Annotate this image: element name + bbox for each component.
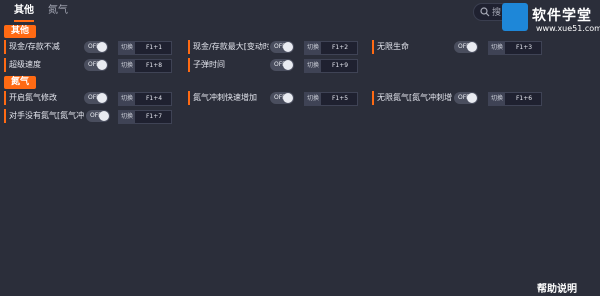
cheat-row: 氮气冲刺快速增加 OFF 切换 F1+5: [188, 91, 367, 106]
active-tab-indicator: [14, 20, 34, 22]
help-link[interactable]: 帮助说明: [537, 280, 577, 295]
hotkey-prefix: 切换: [489, 93, 505, 105]
hotkey-prefix: 切换: [489, 42, 505, 54]
cheat-label: 现金/存款不减: [9, 42, 60, 51]
toggle-knob: [283, 60, 293, 70]
hotkey-prefix: 切换: [305, 93, 321, 105]
cheat-toggle[interactable]: OFF: [454, 92, 478, 104]
cheat-row: 开启氮气修改 OFF 切换 F1+4: [4, 91, 183, 106]
hotkey-box[interactable]: 切换 F1+6: [488, 92, 542, 106]
logo-brand-text: 软件学堂: [532, 8, 592, 24]
cheat-toggle[interactable]: OFF: [84, 59, 108, 71]
toggle-knob: [467, 93, 477, 103]
hotkey-box[interactable]: 切换 F1+8: [118, 59, 172, 73]
cheat-row: 超级速度 OFF 切换 F1+8: [4, 58, 183, 73]
tab-other[interactable]: 其他: [14, 4, 34, 18]
toggle-knob: [97, 93, 107, 103]
hotkey-value: F1+9: [331, 62, 349, 69]
hotkey-value: F1+2: [331, 44, 349, 51]
hotkey-prefix: 切换: [305, 60, 321, 72]
toggle-knob: [97, 60, 107, 70]
hotkey-box[interactable]: 切换 F1+7: [118, 110, 172, 124]
cheat-row: 无限生命 OFF 切换 F1+3: [372, 40, 552, 55]
hotkey-value: F1+4: [145, 95, 163, 102]
cheat-toggle[interactable]: OFF: [86, 110, 110, 122]
cheat-label: 无限生命: [377, 42, 409, 51]
hotkey-prefix: 切换: [305, 42, 321, 54]
cheat-row: 现金/存款不减 OFF 切换 F1+1: [4, 40, 183, 55]
hotkey-box[interactable]: 切换 F1+3: [488, 41, 542, 55]
hotkey-prefix: 切换: [119, 60, 135, 72]
cheat-label: 开启氮气修改: [9, 93, 57, 102]
cheat-toggle[interactable]: OFF: [270, 92, 294, 104]
search-icon: [480, 7, 490, 17]
hotkey-value: F1+8: [145, 62, 163, 69]
section-title-nitro: 氮气: [4, 76, 36, 89]
cheat-row: 子弹时间 OFF 切换 F1+9: [188, 58, 367, 73]
hotkey-value: F1+1: [145, 44, 163, 51]
cheat-row: 对手没有氮气[氮气冲... OFF 切换 F1+7: [4, 109, 183, 124]
hotkey-box[interactable]: 切换 F1+4: [118, 92, 172, 106]
cheat-row: 现金/存款最大[变动时] OFF 切换 F1+2: [188, 40, 367, 55]
hotkey-box[interactable]: 切换 F1+5: [304, 92, 358, 106]
tab-nitro[interactable]: 氮气: [48, 4, 68, 18]
cheat-toggle[interactable]: OFF: [84, 41, 108, 53]
toggle-knob: [97, 42, 107, 52]
cheat-toggle[interactable]: OFF: [270, 41, 294, 53]
toggle-knob: [283, 93, 293, 103]
hotkey-box[interactable]: 切换 F1+2: [304, 41, 358, 55]
cheat-label: 氮气冲刺快速增加: [193, 93, 257, 102]
hotkey-prefix: 切换: [119, 42, 135, 54]
hotkey-value: F1+7: [145, 113, 163, 120]
hotkey-value: F1+5: [331, 95, 349, 102]
hotkey-value: F1+3: [515, 44, 533, 51]
cheat-label: 现金/存款最大[变动时]: [193, 42, 269, 51]
cheat-label: 对手没有氮气[氮气冲...: [9, 111, 85, 120]
cheat-toggle[interactable]: OFF: [270, 59, 294, 71]
hotkey-box[interactable]: 切换 F1+9: [304, 59, 358, 73]
logo-site-text: www.xue51.com: [536, 24, 600, 33]
logo-mark-icon: [502, 3, 528, 31]
cheat-label: 超级速度: [9, 60, 41, 69]
toggle-knob: [467, 42, 477, 52]
hotkey-value: F1+6: [515, 95, 533, 102]
cheat-toggle[interactable]: OFF: [454, 41, 478, 53]
cheat-row: 无限氮气[氮气冲刺增 OFF 切换 F1+6: [372, 91, 552, 106]
section-title-other: 其他: [4, 25, 36, 38]
cheat-toggle[interactable]: OFF: [84, 92, 108, 104]
hotkey-prefix: 切换: [119, 93, 135, 105]
hotkey-box[interactable]: 切换 F1+1: [118, 41, 172, 55]
cheat-label: 子弹时间: [193, 60, 225, 69]
site-logo: 软件学堂 www.xue51.com: [500, 0, 600, 40]
toggle-knob: [99, 111, 109, 121]
toggle-knob: [283, 42, 293, 52]
hotkey-prefix: 切换: [119, 111, 135, 123]
cheat-label: 无限氮气[氮气冲刺增: [377, 93, 453, 102]
